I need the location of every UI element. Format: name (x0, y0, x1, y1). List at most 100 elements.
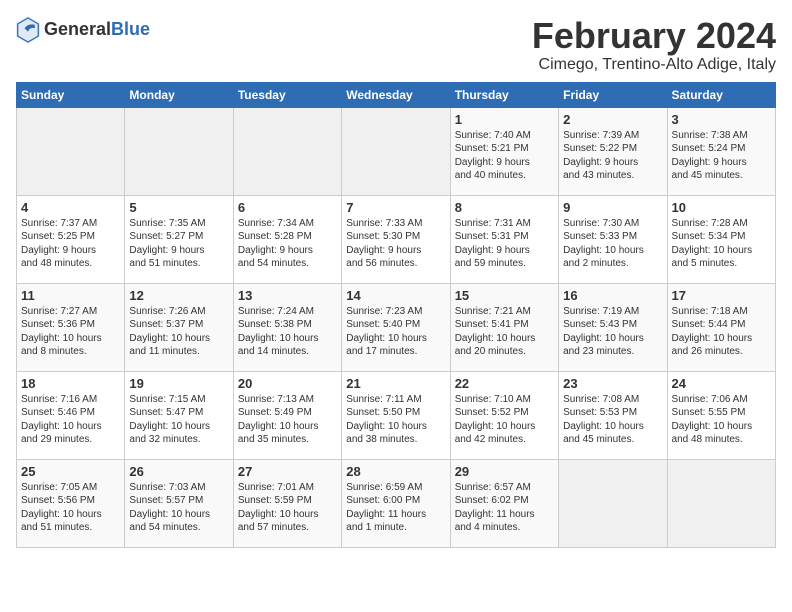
calendar-day-cell: 1 Sunrise: 7:40 AM Sunset: 5:21 PM Daylig… (450, 107, 558, 195)
calendar-day-cell (125, 107, 233, 195)
day-of-week-header: Wednesday (342, 82, 450, 107)
logo-icon (16, 16, 40, 44)
day-number: 28 (346, 464, 445, 479)
day-number: 7 (346, 200, 445, 215)
calendar-table: SundayMondayTuesdayWednesdayThursdayFrid… (16, 82, 776, 548)
day-info: Sunrise: 7:40 AM Sunset: 5:21 PM Dayligh… (455, 129, 554, 183)
day-info: Sunrise: 7:18 AM Sunset: 5:44 PM Dayligh… (672, 305, 771, 359)
calendar-week-row: 25 Sunrise: 7:05 AM Sunset: 5:56 PM Dayli… (17, 459, 776, 547)
calendar-day-cell: 12 Sunrise: 7:26 AM Sunset: 5:37 PM Dayli… (125, 283, 233, 371)
calendar-day-cell (559, 459, 667, 547)
calendar-day-cell: 15 Sunrise: 7:21 AM Sunset: 5:41 PM Dayli… (450, 283, 558, 371)
day-of-week-header: Saturday (667, 82, 775, 107)
day-number: 24 (672, 376, 771, 391)
day-info: Sunrise: 6:57 AM Sunset: 6:02 PM Dayligh… (455, 481, 554, 535)
calendar-header: SundayMondayTuesdayWednesdayThursdayFrid… (17, 82, 776, 107)
day-info: Sunrise: 7:21 AM Sunset: 5:41 PM Dayligh… (455, 305, 554, 359)
day-info: Sunrise: 7:23 AM Sunset: 5:40 PM Dayligh… (346, 305, 445, 359)
calendar-day-cell (342, 107, 450, 195)
day-info: Sunrise: 7:05 AM Sunset: 5:56 PM Dayligh… (21, 481, 120, 535)
day-info: Sunrise: 7:11 AM Sunset: 5:50 PM Dayligh… (346, 393, 445, 447)
day-number: 9 (563, 200, 662, 215)
calendar-day-cell: 22Sunrise: 7:10 AM Sunset: 5:52 PM Dayli… (450, 371, 558, 459)
day-info: Sunrise: 7:31 AM Sunset: 5:31 PM Dayligh… (455, 217, 554, 271)
day-info: Sunrise: 7:13 AM Sunset: 5:49 PM Dayligh… (238, 393, 337, 447)
calendar-day-cell: 2 Sunrise: 7:39 AM Sunset: 5:22 PM Daylig… (559, 107, 667, 195)
calendar-week-row: 18 Sunrise: 7:16 AM Sunset: 5:46 PM Dayli… (17, 371, 776, 459)
header: GeneralBlue February 2024 Cimego, Trenti… (16, 16, 776, 74)
day-info: Sunrise: 7:34 AM Sunset: 5:28 PM Dayligh… (238, 217, 337, 271)
day-number: 1 (455, 112, 554, 127)
calendar-day-cell: 26 Sunrise: 7:03 AM Sunset: 5:57 PM Dayli… (125, 459, 233, 547)
day-info: Sunrise: 7:06 AM Sunset: 5:55 PM Dayligh… (672, 393, 771, 447)
calendar-day-cell: 18 Sunrise: 7:16 AM Sunset: 5:46 PM Dayli… (17, 371, 125, 459)
day-number: 25 (21, 464, 120, 479)
calendar-day-cell (233, 107, 341, 195)
calendar-day-cell: 6 Sunrise: 7:34 AM Sunset: 5:28 PM Daylig… (233, 195, 341, 283)
day-info: Sunrise: 7:10 AM Sunset: 5:52 PM Dayligh… (455, 393, 554, 447)
day-number: 6 (238, 200, 337, 215)
logo-general: General (44, 19, 111, 39)
day-number: 5 (129, 200, 228, 215)
day-info: Sunrise: 7:03 AM Sunset: 5:57 PM Dayligh… (129, 481, 228, 535)
calendar-day-cell: 5 Sunrise: 7:35 AM Sunset: 5:27 PM Daylig… (125, 195, 233, 283)
logo-text: GeneralBlue (44, 20, 150, 40)
calendar-day-cell: 25 Sunrise: 7:05 AM Sunset: 5:56 PM Dayli… (17, 459, 125, 547)
day-info: Sunrise: 6:59 AM Sunset: 6:00 PM Dayligh… (346, 481, 445, 535)
day-info: Sunrise: 7:19 AM Sunset: 5:43 PM Dayligh… (563, 305, 662, 359)
day-info: Sunrise: 7:24 AM Sunset: 5:38 PM Dayligh… (238, 305, 337, 359)
calendar-day-cell: 28 Sunrise: 6:59 AM Sunset: 6:00 PM Dayli… (342, 459, 450, 547)
logo: GeneralBlue (16, 16, 150, 44)
day-info: Sunrise: 7:30 AM Sunset: 5:33 PM Dayligh… (563, 217, 662, 271)
day-number: 23 (563, 376, 662, 391)
calendar-week-row: 1 Sunrise: 7:40 AM Sunset: 5:21 PM Daylig… (17, 107, 776, 195)
calendar-day-cell: 29 Sunrise: 6:57 AM Sunset: 6:02 PM Dayli… (450, 459, 558, 547)
calendar-day-cell: 17 Sunrise: 7:18 AM Sunset: 5:44 PM Dayli… (667, 283, 775, 371)
day-number: 2 (563, 112, 662, 127)
day-info: Sunrise: 7:27 AM Sunset: 5:36 PM Dayligh… (21, 305, 120, 359)
calendar-day-cell: 23 Sunrise: 7:08 AM Sunset: 5:53 PM Dayli… (559, 371, 667, 459)
calendar-day-cell: 9 Sunrise: 7:30 AM Sunset: 5:33 PM Daylig… (559, 195, 667, 283)
day-info: Sunrise: 7:08 AM Sunset: 5:53 PM Dayligh… (563, 393, 662, 447)
day-info: Sunrise: 7:26 AM Sunset: 5:37 PM Dayligh… (129, 305, 228, 359)
day-number: 13 (238, 288, 337, 303)
day-number: 18 (21, 376, 120, 391)
calendar-day-cell: 27Sunrise: 7:01 AM Sunset: 5:59 PM Dayli… (233, 459, 341, 547)
calendar-day-cell: 16 Sunrise: 7:19 AM Sunset: 5:43 PM Dayli… (559, 283, 667, 371)
calendar-week-row: 11 Sunrise: 7:27 AM Sunset: 5:36 PM Dayli… (17, 283, 776, 371)
day-number: 16 (563, 288, 662, 303)
calendar-title: February 2024 (532, 16, 776, 56)
calendar-day-cell: 7 Sunrise: 7:33 AM Sunset: 5:30 PM Daylig… (342, 195, 450, 283)
calendar-day-cell: 14 Sunrise: 7:23 AM Sunset: 5:40 PM Dayli… (342, 283, 450, 371)
day-number: 14 (346, 288, 445, 303)
day-number: 15 (455, 288, 554, 303)
calendar-day-cell: 8Sunrise: 7:31 AM Sunset: 5:31 PM Daylig… (450, 195, 558, 283)
day-info: Sunrise: 7:35 AM Sunset: 5:27 PM Dayligh… (129, 217, 228, 271)
calendar-day-cell: 10 Sunrise: 7:28 AM Sunset: 5:34 PM Dayli… (667, 195, 775, 283)
day-number: 12 (129, 288, 228, 303)
day-number: 29 (455, 464, 554, 479)
calendar-day-cell: 19 Sunrise: 7:15 AM Sunset: 5:47 PM Dayli… (125, 371, 233, 459)
day-number: 20 (238, 376, 337, 391)
day-info: Sunrise: 7:33 AM Sunset: 5:30 PM Dayligh… (346, 217, 445, 271)
day-info: Sunrise: 7:16 AM Sunset: 5:46 PM Dayligh… (21, 393, 120, 447)
day-number: 3 (672, 112, 771, 127)
day-number: 26 (129, 464, 228, 479)
day-number: 19 (129, 376, 228, 391)
calendar-day-cell (667, 459, 775, 547)
calendar-subtitle: Cimego, Trentino-Alto Adige, Italy (532, 56, 776, 74)
day-of-week-header: Monday (125, 82, 233, 107)
calendar-day-cell: 13 Sunrise: 7:24 AM Sunset: 5:38 PM Dayli… (233, 283, 341, 371)
calendar-day-cell: 21 Sunrise: 7:11 AM Sunset: 5:50 PM Dayli… (342, 371, 450, 459)
day-number: 10 (672, 200, 771, 215)
day-of-week-header: Tuesday (233, 82, 341, 107)
day-number: 17 (672, 288, 771, 303)
day-info: Sunrise: 7:01 AM Sunset: 5:59 PM Dayligh… (238, 481, 337, 535)
day-number: 21 (346, 376, 445, 391)
calendar-day-cell: 11 Sunrise: 7:27 AM Sunset: 5:36 PM Dayli… (17, 283, 125, 371)
day-info: Sunrise: 7:39 AM Sunset: 5:22 PM Dayligh… (563, 129, 662, 183)
day-number: 11 (21, 288, 120, 303)
day-of-week-header: Sunday (17, 82, 125, 107)
day-info: Sunrise: 7:15 AM Sunset: 5:47 PM Dayligh… (129, 393, 228, 447)
day-info: Sunrise: 7:28 AM Sunset: 5:34 PM Dayligh… (672, 217, 771, 271)
